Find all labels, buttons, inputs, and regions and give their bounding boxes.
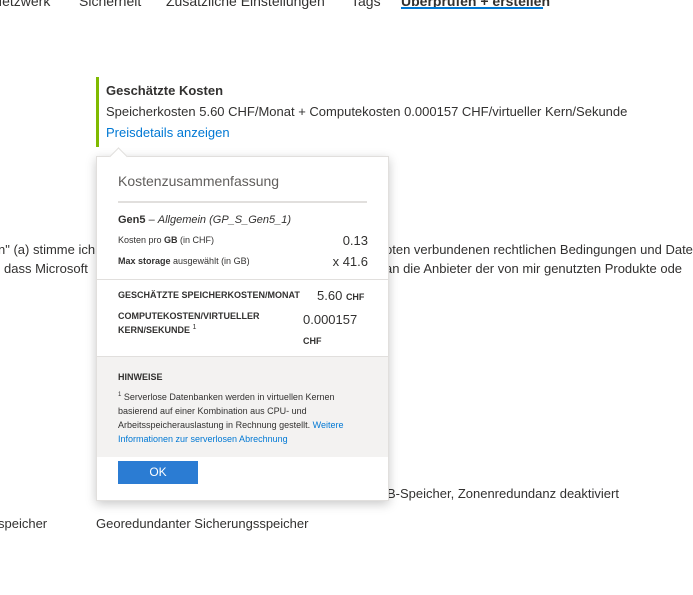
ok-button[interactable]: OK [118, 461, 198, 484]
compute-costs-unit: CHF [303, 336, 322, 346]
cost-per-gb-prefix: Kosten pro [118, 235, 165, 245]
sku-title: Gen5 – Allgemein (GP_S_Gen5_1) [118, 214, 291, 226]
max-storage-label-bold: Max storage [118, 256, 171, 266]
cost-per-gb-unit: GB [164, 235, 178, 245]
estimated-cost-title: Geschätzte Kosten [106, 83, 224, 98]
compute-costs-label-line2: KERN/SEKUNDE [118, 325, 191, 335]
compute-costs-value: 0.000157 [303, 312, 358, 327]
active-tab-indicator [401, 7, 543, 9]
terms-text-right-1: oten verbundenen rechtlichen Bedingungen… [385, 242, 693, 257]
max-storage-value: x 41.6 [332, 254, 368, 269]
estimated-cost-panel: Geschätzte Kosten Speicherkosten 5.60 CH… [96, 77, 659, 147]
terms-text-left-1: n" (a) stimme ich [0, 242, 96, 257]
estimated-cost-line: Speicherkosten 5.60 CHF/Monat + Computek… [106, 104, 628, 119]
compute-costs-label-line1: COMPUTEKOSTEN/VIRTUELLER [118, 311, 260, 321]
notes-title: HINWEISE [118, 372, 163, 382]
sku-generation: Gen5 [118, 214, 146, 226]
tab-zusaetzliche-einstellungen[interactable]: Zusätzliche Einstellungen [166, 0, 325, 9]
sku-name: Allgemein (GP_S_Gen5_1) [157, 214, 292, 226]
tab-tags[interactable]: Tags [351, 0, 381, 9]
notes-body: Serverlose Datenbanken werden in virtuel… [118, 392, 335, 430]
storage-costs-value: 5.60 CHF [317, 288, 364, 303]
cost-per-gb-label: Kosten pro GB (in CHF) [118, 235, 214, 245]
max-storage-label-suffix: ausgewählt (in GB) [170, 256, 250, 266]
popup-title: Kostenzusammenfassung [118, 173, 280, 189]
cost-per-gb-value: 0.13 [342, 233, 368, 248]
backup-storage-value: Georedundanter Sicherungsspeicher [96, 516, 309, 531]
cost-summary-popup: Kostenzusammenfassung Gen5 – Allgemein (… [96, 147, 389, 501]
cost-per-gb-suffix: (in CHF) [177, 235, 215, 245]
sku-separator: – [145, 214, 158, 226]
cost-totals-section: GESCHÄTZTE SPEICHERKOSTEN/MONAT 5.60 CHF… [97, 279, 388, 356]
compute-costs-label: COMPUTEKOSTEN/VIRTUELLER KERN/SEKUNDE 1 [118, 310, 260, 336]
tab-sicherheit[interactable]: Sicherheit [79, 0, 141, 9]
terms-text-left-2: dass Microsoft [4, 261, 88, 276]
storage-costs-unit: CHF [345, 292, 365, 302]
notes-text: 1 Serverlose Datenbanken werden in virtu… [118, 388, 370, 446]
price-details-link[interactable]: Preisdetails anzeigen [106, 125, 230, 140]
terms-text-right-2: an die Anbieter der von mir genutzten Pr… [385, 261, 683, 276]
notes-section: HINWEISE 1 Serverlose Datenbanken werden… [97, 356, 388, 457]
compute-costs-footnote-ref: 1 [192, 324, 197, 331]
storage-costs-label: GESCHÄTZTE SPEICHERKOSTEN/MONAT [118, 290, 300, 300]
max-storage-label: Max storage ausgewählt (in GB) [118, 256, 250, 266]
popup-header-divider [118, 201, 367, 203]
popup-caret [109, 147, 128, 166]
tab-bar: Netzwerk Sicherheit Zusätzliche Einstell… [0, 0, 693, 15]
backup-storage-label: speicher [0, 516, 48, 531]
storage-info-text: B-Speicher, Zonenredundanz deaktiviert [387, 486, 619, 501]
storage-costs-amount: 5.60 [317, 288, 343, 303]
tab-netzwerk[interactable]: Netzwerk [0, 0, 50, 9]
